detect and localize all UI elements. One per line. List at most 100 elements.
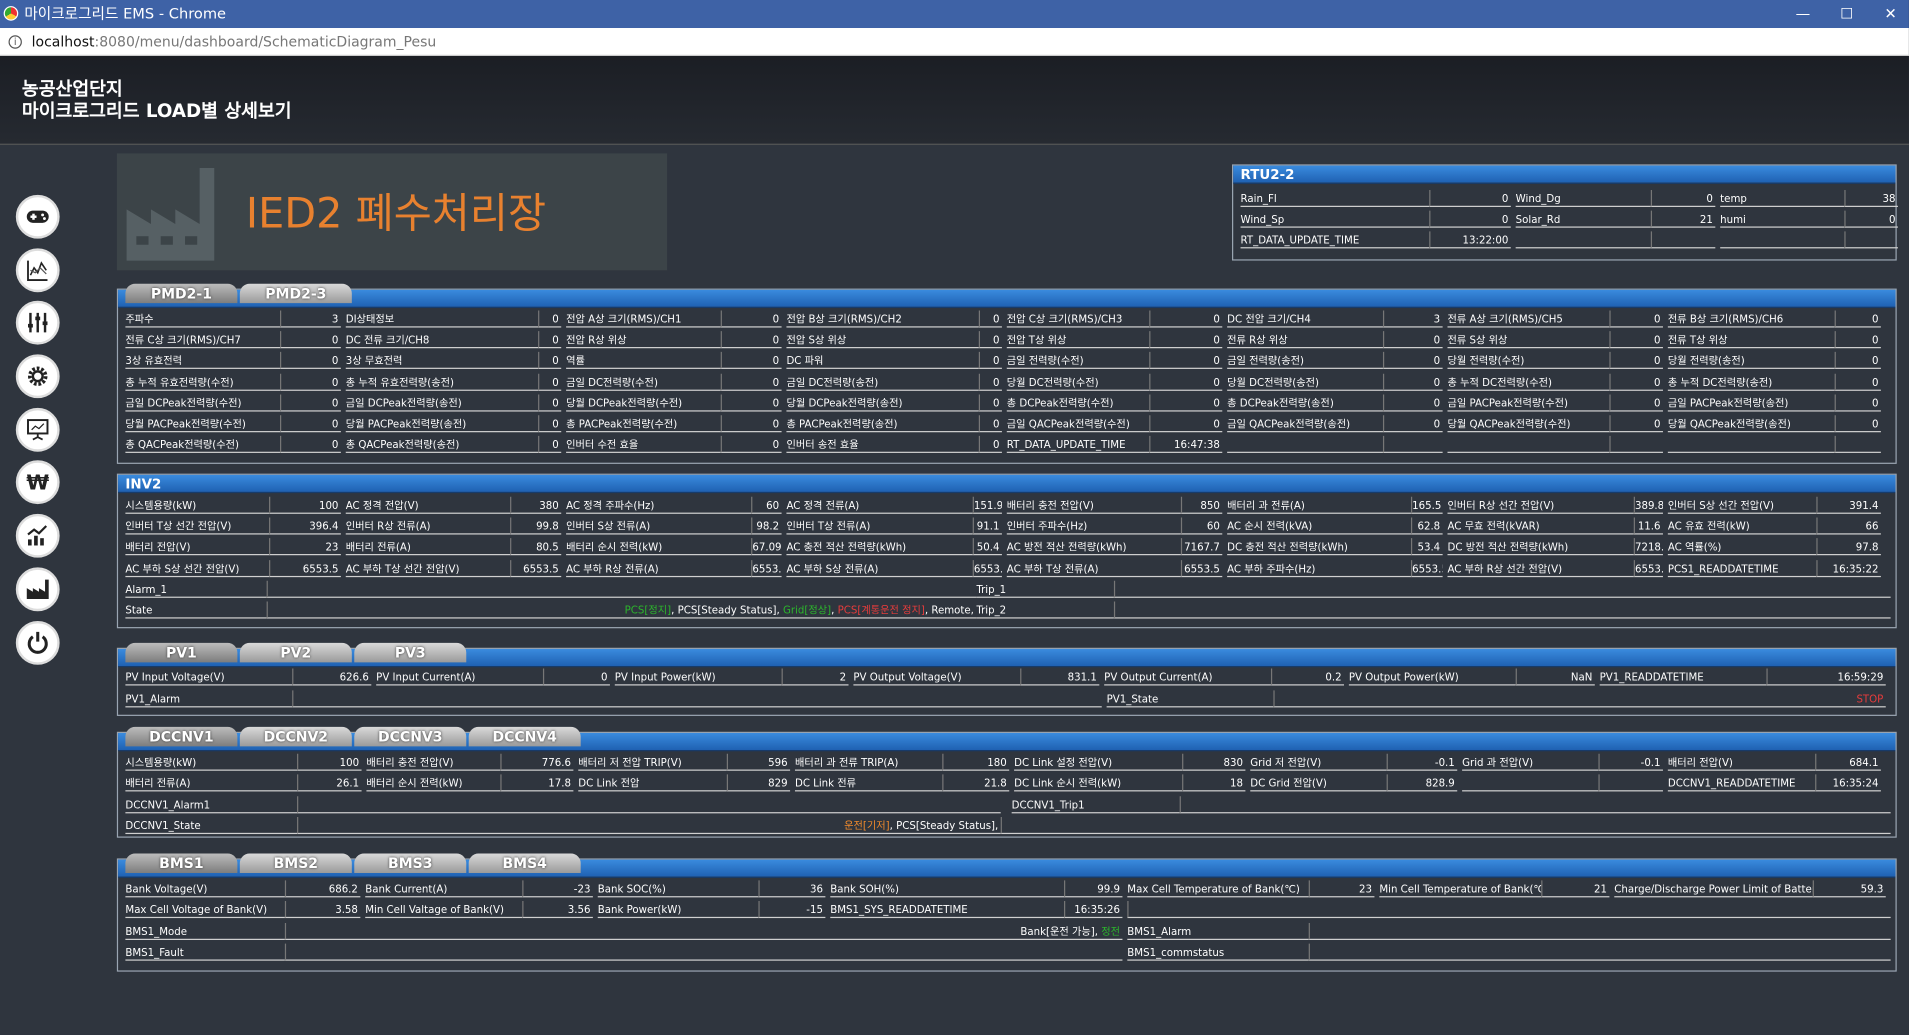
field-label: DC 방전 적산 전력량(kWh) [1447,539,1634,556]
minimize-button[interactable]: — [1781,0,1825,28]
table-row: 금일 DCPeak전력량(수전) 0 금일 DCPeak전력량(송전) 0 당월 DCP… [125,394,1890,415]
field-value: 828.9 [1386,774,1458,792]
table-row: 총 누적 유효전력량(수전) 0 총 누적 유효전력량(송전) 0 금일 DC전력량(수… [125,373,1890,394]
field-label: 총 누적 DC전력량(수전) [1447,373,1610,391]
field-value: 0 [538,394,562,412]
field-value: 0 [1382,373,1443,391]
tab-dccnv4[interactable]: DCCNV4 [468,726,581,747]
field-label: 전압 R상 위상 [566,331,721,349]
field-value: 59.3 [1812,880,1886,898]
field-value: 0 [720,331,782,349]
field-value: 596 [726,753,791,771]
maximize-button[interactable]: ☐ [1825,0,1869,28]
field-value [1000,816,1891,834]
field-label: 인버터 주파수(Hz) [1006,518,1181,535]
field-value: 6553.5 [269,559,341,577]
won-icon[interactable]: ₩ [15,460,60,505]
field-value: 6553.5 [972,559,1002,577]
factory-icon[interactable] [15,567,60,612]
tab-bms2[interactable]: BMS2 [239,853,352,874]
field-label: 전류 T상 위상 [1667,331,1835,349]
field-label: Grid 저 전압(V) [1250,754,1387,771]
field-label: Trip_1 [976,581,1114,598]
field-label: 전류 S상 위상 [1447,331,1610,349]
field-label: Trip_2 [976,601,1114,619]
field-value: 830 [1182,753,1246,771]
state-text: , PCS[Steady Status], [671,603,783,617]
tab-bms3[interactable]: BMS3 [354,853,467,874]
field-value: 0 [978,331,1002,349]
chart-icon[interactable] [15,248,60,292]
field-label: AC 충전 적산 전력량(kWh) [786,539,973,556]
tab-pv3[interactable]: PV3 [354,642,467,663]
field-label: AC 부하 S상 선간 전압(V) [125,560,270,577]
field-label: RT_DATA_UPDATE_TIME [1006,436,1150,454]
field-value [1382,436,1443,454]
field-label: humi [1720,211,1845,228]
field-label: DC 전압 크기/CH4 [1227,310,1383,328]
tab-dccnv1[interactable]: DCCNV1 [125,726,238,747]
field-value: 0 [280,415,341,433]
tab-pv1[interactable]: PV1 [125,642,238,663]
field-label: 총 누적 DC전력량(송전) [1667,373,1835,391]
gear-icon[interactable] [15,354,60,399]
game-icon[interactable] [15,194,60,239]
field-value: 0 [1149,310,1223,328]
field-label: PV1_State [1106,690,1274,707]
field-label: 3상 무효전력 [345,352,539,370]
close-button[interactable]: ✕ [1869,0,1909,28]
field-value: 180 [942,753,1010,771]
field-label: 전압 A상 크기(RMS)/CH1 [566,310,721,328]
info-icon[interactable]: i [8,35,22,49]
tab-dccnv3[interactable]: DCCNV3 [354,726,467,747]
field-label: Min Cell Valtage of Bank(V) [365,901,523,919]
field-label: 당월 PACPeak전력량(송전) [345,415,539,433]
tab-pmd2-3[interactable]: PMD2-3 [239,283,352,304]
address-bar[interactable]: i localhost:8080/menu/dashboard/Schemati… [0,28,1909,57]
table-row: 총 QACPeak전력량(수전) 0 총 QACPeak전력량(송전) 0 인버터 수전… [125,436,1890,457]
presentation-icon[interactable] [15,407,60,452]
field-value: 0 [1149,415,1223,433]
field-label: BMS1_Mode [125,922,285,940]
field-label: 인버터 R상 선간 전압(V) [1447,497,1634,514]
trend-icon[interactable] [15,513,60,558]
power-icon[interactable] [15,620,60,665]
field-value: 0 [1429,210,1511,228]
field-value: 850 [1180,496,1223,514]
tab-pv2[interactable]: PV2 [239,642,352,663]
field-label: 배터리 전류(A) [125,775,298,792]
field-value: 16:35:24 [1815,774,1881,792]
field-value: 0 [538,373,562,391]
facility-title: IED2 폐수처리장 [245,189,547,239]
field-value: 66 [1816,517,1881,535]
tab-bms4[interactable]: BMS4 [468,853,581,874]
field-value [1127,901,1891,919]
field-label: Min Cell Temperature of Bank(℃) [1379,880,1542,898]
field-value: 0 [1382,331,1443,349]
tab-dccnv2[interactable]: DCCNV2 [239,726,352,747]
field-value: 16:59:29 [1766,668,1886,686]
tab-pmd2-1[interactable]: PMD2-1 [125,283,238,304]
field-label: BMS1_Alarm [1127,922,1309,940]
field-label: 총 DCPeak전력량(수전) [1006,394,1150,412]
state-text: Bank[운전 가능], [1020,924,1102,938]
field-label: 당월 QACPeak전력량(수전) [1447,415,1610,433]
field-label: 총 DCPeak전력량(송전) [1227,394,1383,412]
field-label: 주파수 [125,310,281,328]
field-label: AC 부하 S상 전류(A) [786,560,973,577]
field-label: 전압 S상 위상 [786,331,979,349]
field-label: 배터리 전압(V) [125,539,270,556]
field-value: -23 [522,880,593,898]
field-value: 0 [538,352,562,370]
field-label: DC Grid 전압(V) [1250,775,1387,792]
table-row: 전류 C상 크기(RMS)/CH7 0 DC 전류 크기/CH8 0 전압 R상 위상 0… [125,331,1890,352]
field-value: 0 [280,373,341,391]
svg-text:₩: ₩ [26,471,49,495]
field-value: 391.4 [1816,496,1881,514]
field-value: 2 [781,668,849,686]
field-label [1447,436,1610,454]
field-value: 0 [1609,331,1663,349]
tab-bms1[interactable]: BMS1 [125,853,238,874]
sliders-icon[interactable] [15,301,60,346]
url-host: localhost [31,32,95,50]
